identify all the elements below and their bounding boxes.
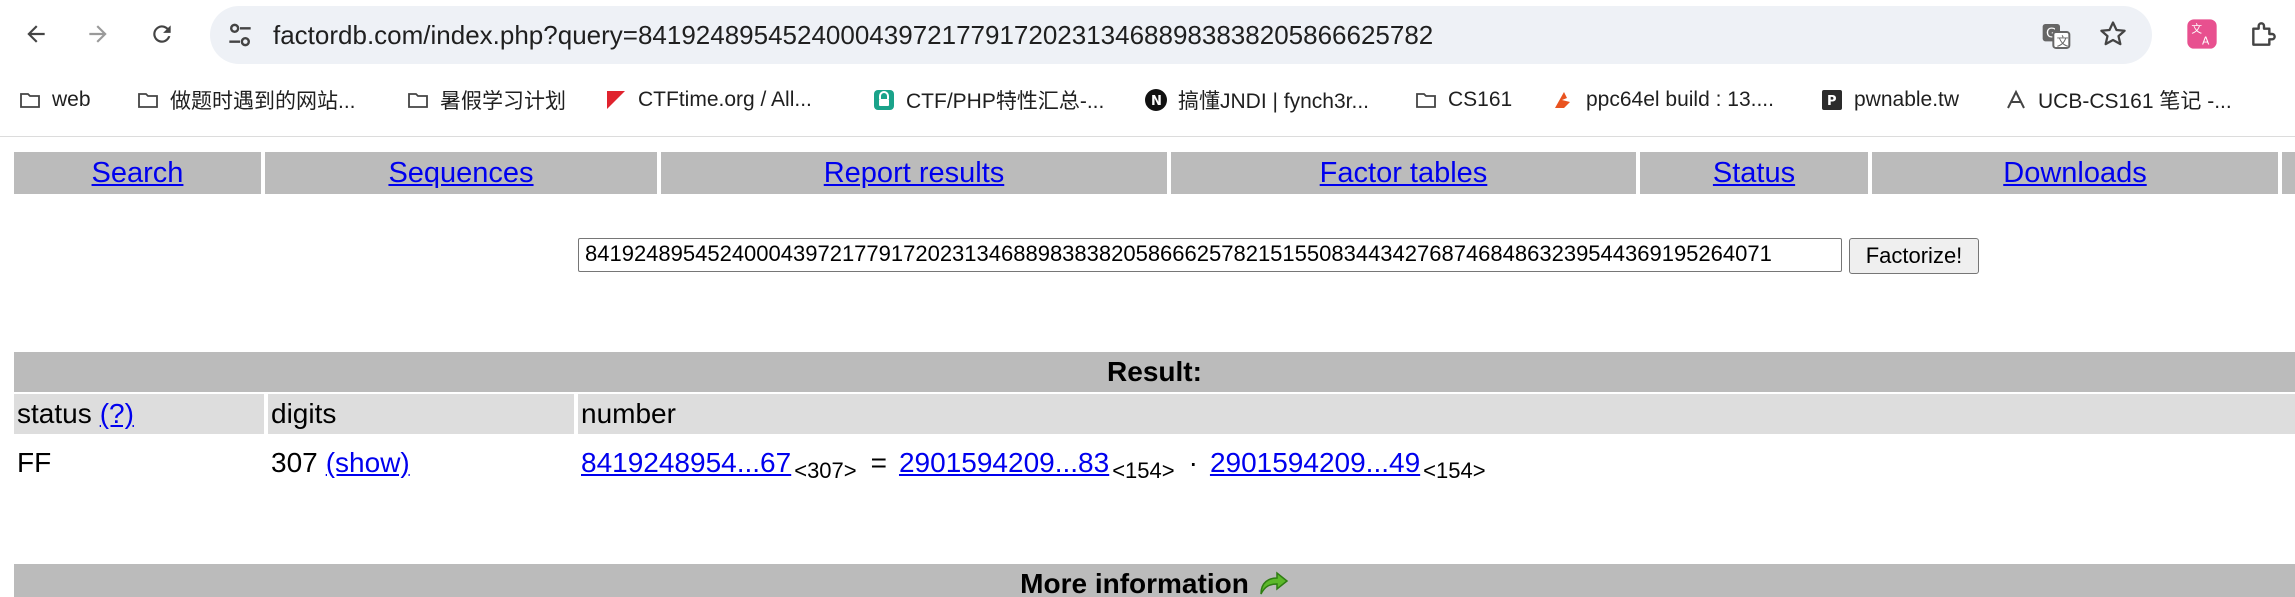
bookmark-label: 做题时遇到的网站... bbox=[170, 90, 356, 113]
number-header: number bbox=[578, 394, 2295, 434]
multiply-dot: · bbox=[1188, 447, 1198, 478]
bookmark-jndi[interactable]: N 搞懂JNDI | fynch3r... bbox=[1144, 80, 1369, 120]
status-link[interactable]: Status bbox=[1713, 157, 1795, 190]
number-query-input[interactable]: 8419248954524000439721779172023134688983… bbox=[578, 238, 1842, 272]
ctftime-icon bbox=[604, 88, 628, 112]
pwnable-icon: P bbox=[1820, 88, 1844, 112]
browser-toolbar: factordb.com/index.php?query=84192489545… bbox=[0, 0, 2295, 68]
digits-cell: 307 (show) bbox=[268, 440, 574, 486]
reload-icon bbox=[153, 25, 171, 43]
svg-text:A: A bbox=[2202, 35, 2210, 48]
menu-cell-edge bbox=[2282, 152, 2295, 194]
bookmark-summer-plan[interactable]: 暑假学习计划 bbox=[406, 80, 566, 120]
result-data-row: FF 307 (show) 8419248954...67 <307> = 29… bbox=[14, 440, 2295, 486]
folder-icon bbox=[18, 88, 42, 112]
status-help-link[interactable]: (?) bbox=[100, 398, 134, 430]
menu-factor-tables: Factor tables bbox=[1171, 152, 1636, 194]
bookmark-problem-sites[interactable]: 做题时遇到的网站... bbox=[136, 80, 356, 120]
menu-sequences: Sequences bbox=[265, 152, 657, 194]
redo-arrow-icon[interactable] bbox=[1257, 570, 1289, 597]
bookmark-cs161[interactable]: CS161 bbox=[1414, 80, 1512, 120]
folder-icon bbox=[406, 88, 430, 112]
reload-button[interactable] bbox=[142, 14, 182, 54]
main-menu: Search Sequences Report results Factor t… bbox=[14, 152, 2295, 194]
more-information-heading: More information bbox=[14, 564, 2295, 597]
site-icon bbox=[872, 88, 896, 112]
downloads-link[interactable]: Downloads bbox=[2003, 157, 2146, 190]
result-heading: Result: bbox=[14, 352, 2295, 392]
bookmark-label: CTFtime.org / All... bbox=[638, 88, 812, 111]
status-header-label: status bbox=[17, 398, 92, 429]
factorize-button[interactable]: Factorize! bbox=[1849, 238, 1979, 274]
bookmark-ppc64el[interactable]: ppc64el build : 13.... bbox=[1552, 80, 1774, 120]
back-button[interactable] bbox=[16, 14, 56, 54]
bookmark-label: web bbox=[52, 88, 91, 111]
report-results-link[interactable]: Report results bbox=[824, 157, 1005, 190]
factor1-link[interactable]: 2901594209...83 bbox=[899, 447, 1109, 479]
address-bar[interactable]: factordb.com/index.php?query=84192489545… bbox=[210, 6, 2152, 64]
bookmark-ucb-cs161[interactable]: UCB-CS161 笔记 -... bbox=[2004, 80, 2232, 120]
arrow-left-icon bbox=[27, 25, 45, 43]
factor2-link[interactable]: 2901594209...49 bbox=[1210, 447, 1420, 479]
menu-search: Search bbox=[14, 152, 261, 194]
bookmark-label: ppc64el build : 13.... bbox=[1586, 88, 1774, 111]
bookmark-ctf-php[interactable]: CTF/PHP特性汇总-... bbox=[872, 80, 1104, 120]
notion-icon: N bbox=[1144, 88, 1168, 112]
bookmark-label: UCB-CS161 笔记 -... bbox=[2038, 90, 2232, 113]
search-link[interactable]: Search bbox=[92, 157, 184, 190]
svg-text:文: 文 bbox=[2057, 33, 2069, 48]
sequences-link[interactable]: Sequences bbox=[388, 157, 533, 190]
equals-sign: = bbox=[870, 447, 887, 478]
number-digit-count: <307> bbox=[794, 458, 857, 483]
bookmarks-bar: web 做题时遇到的网站... 暑假学习计划 CTFtime.org / All… bbox=[0, 80, 2295, 120]
bookmark-web[interactable]: web bbox=[18, 80, 91, 120]
number-link[interactable]: 8419248954...67 bbox=[581, 447, 791, 479]
chrome-divider bbox=[0, 136, 2295, 137]
status-value: FF bbox=[14, 440, 264, 486]
folder-icon bbox=[136, 88, 160, 112]
folder-icon bbox=[1414, 88, 1438, 112]
translate-icon[interactable]: G 文 bbox=[2040, 20, 2072, 52]
bookmark-label: CTF/PHP特性汇总-... bbox=[906, 90, 1105, 113]
url-text: factordb.com/index.php?query=84192489545… bbox=[273, 20, 1433, 50]
menu-report-results: Report results bbox=[661, 152, 1167, 194]
bookmark-label: CS161 bbox=[1448, 88, 1513, 111]
svg-text:P: P bbox=[1827, 94, 1837, 109]
translate-extension-icon[interactable]: 文 A bbox=[2186, 18, 2218, 50]
bookmark-pwnable[interactable]: P pwnable.tw bbox=[1820, 80, 1959, 120]
bookmark-label: 暑假学习计划 bbox=[440, 90, 566, 113]
factor2-digit-count: <154> bbox=[1423, 458, 1486, 483]
svg-text:N: N bbox=[1151, 94, 1162, 109]
bookmark-label: 搞懂JNDI | fynch3r... bbox=[1178, 90, 1369, 113]
launchpad-icon bbox=[1552, 88, 1576, 112]
site-icon bbox=[2004, 88, 2028, 112]
bookmark-ctftime[interactable]: CTFtime.org / All... bbox=[604, 80, 812, 120]
menu-status: Status bbox=[1640, 152, 1868, 194]
forward-button[interactable] bbox=[78, 14, 118, 54]
more-information-label: More information bbox=[1020, 568, 1249, 597]
show-digits-link[interactable]: (show) bbox=[326, 447, 410, 479]
factor-tables-link[interactable]: Factor tables bbox=[1320, 157, 1488, 190]
factor1-digit-count: <154> bbox=[1112, 458, 1175, 483]
digits-header: digits bbox=[268, 394, 574, 434]
bookmark-label: pwnable.tw bbox=[1854, 88, 1960, 111]
result-header-row: status (?) digits number bbox=[14, 394, 2295, 434]
svg-text:文: 文 bbox=[2191, 23, 2202, 36]
extensions-puzzle-icon[interactable] bbox=[2248, 18, 2280, 50]
bookmark-star-icon[interactable] bbox=[2098, 19, 2128, 49]
menu-downloads: Downloads bbox=[1872, 152, 2278, 194]
arrow-right-icon bbox=[89, 25, 107, 43]
site-settings-icon[interactable] bbox=[224, 19, 256, 51]
status-header: status (?) bbox=[14, 394, 264, 434]
number-cell: 8419248954...67 <307> = 2901594209...83 … bbox=[578, 440, 2295, 486]
digits-value: 307 bbox=[271, 447, 318, 478]
